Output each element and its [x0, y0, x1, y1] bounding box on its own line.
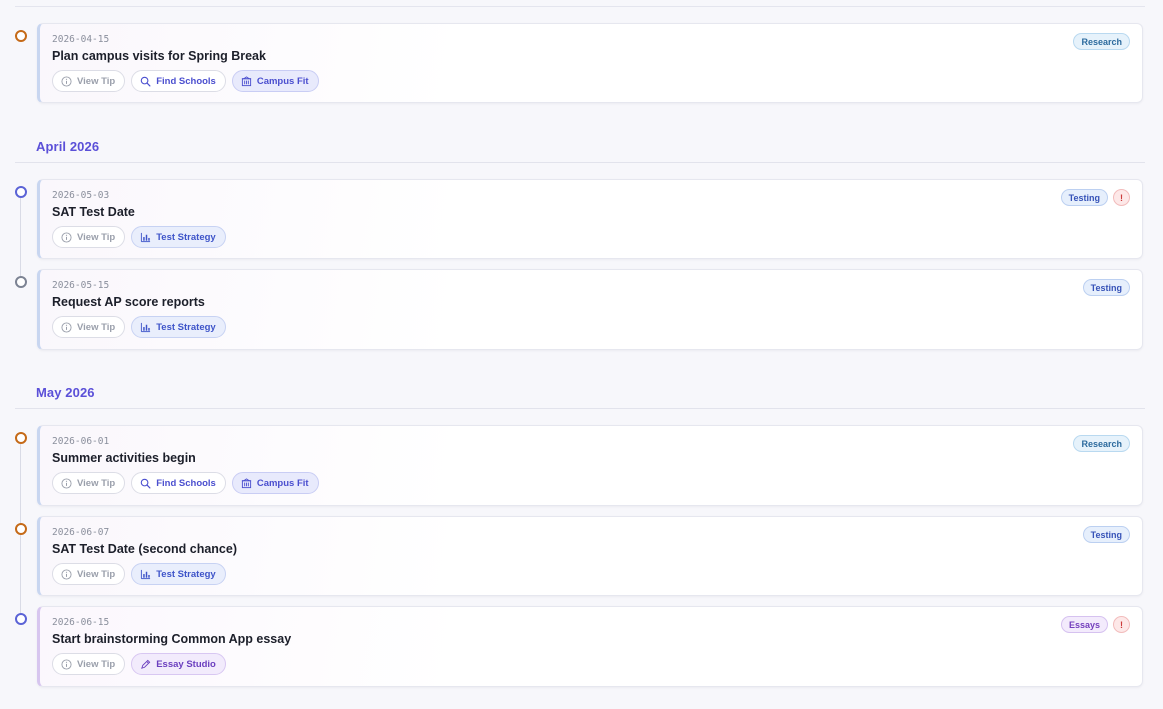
priority-alert-badge[interactable]: !: [1113, 616, 1130, 633]
event-tags: Testing: [1082, 279, 1130, 296]
top-divider: [15, 6, 1145, 7]
event-tags: Testing: [1082, 526, 1130, 543]
search-icon: [140, 76, 151, 86]
event-card[interactable]: 2026-05-15 Request AP score reports Test…: [37, 269, 1143, 350]
view-tip-button[interactable]: View Tip: [52, 316, 126, 338]
test-strategy-button[interactable]: Test Strategy: [131, 226, 226, 248]
timeline-dot: [15, 432, 27, 444]
info-icon: [61, 568, 72, 580]
info-icon: [61, 75, 72, 87]
find-schools-label: Find Schools: [156, 477, 216, 489]
priority-alert-badge[interactable]: !: [1113, 189, 1130, 206]
bar-chart-icon: [141, 232, 151, 242]
view-tip-label: View Tip: [77, 321, 116, 333]
event-tags: Essays !: [1060, 616, 1130, 633]
campus-fit-button[interactable]: Campus Fit: [231, 472, 319, 494]
event-title: SAT Test Date: [52, 205, 135, 219]
month-divider: [15, 162, 1145, 163]
event-card[interactable]: 2026-06-15 Start brainstorming Common Ap…: [37, 606, 1143, 687]
info-icon: [61, 321, 72, 333]
event-tags: Research: [1073, 33, 1130, 50]
category-badge-testing[interactable]: Testing: [1082, 526, 1130, 543]
event-date: 2026-06-01: [52, 436, 110, 447]
month-heading: May 2026: [36, 385, 95, 400]
find-schools-button[interactable]: Find Schools: [131, 472, 226, 494]
event-title: Start brainstorming Common App essay: [52, 632, 292, 646]
campus-fit-button[interactable]: Campus Fit: [231, 70, 319, 92]
event-actions: View Tip Test Strategy: [52, 563, 226, 585]
view-tip-label: View Tip: [77, 75, 116, 87]
event-title: Summer activities begin: [52, 451, 196, 465]
view-tip-label: View Tip: [77, 231, 116, 243]
event-actions: View Tip Essay Studio: [52, 653, 226, 675]
event-card[interactable]: 2026-05-03 SAT Test Date Testing ! View …: [37, 179, 1143, 259]
category-badge-testing[interactable]: Testing: [1082, 279, 1130, 296]
month-heading: April 2026: [36, 139, 100, 154]
info-icon: [61, 477, 72, 489]
event-date: 2026-06-07: [52, 527, 110, 538]
event-card[interactable]: 2026-06-01 Summer activities begin Resea…: [37, 425, 1143, 506]
timeline-dot: [15, 613, 27, 625]
event-date: 2026-05-03: [52, 190, 110, 201]
event-actions: View Tip Test Strategy: [52, 226, 226, 248]
view-tip-button[interactable]: View Tip: [52, 653, 126, 675]
search-icon: [140, 478, 151, 488]
test-strategy-label: Test Strategy: [156, 231, 216, 243]
event-title: Plan campus visits for Spring Break: [52, 49, 266, 63]
timeline-dot: [15, 276, 27, 288]
event-tags: Testing !: [1060, 189, 1130, 206]
bar-chart-icon: [141, 322, 151, 332]
event-actions: View Tip Find Schools Campus Fit: [52, 472, 319, 494]
building-icon: [241, 75, 251, 86]
view-tip-label: View Tip: [77, 568, 116, 580]
month-divider: [15, 408, 1145, 409]
find-schools-label: Find Schools: [156, 75, 216, 87]
campus-fit-label: Campus Fit: [256, 477, 309, 489]
test-strategy-button[interactable]: Test Strategy: [131, 316, 226, 338]
timeline-dot: [15, 186, 27, 198]
view-tip-label: View Tip: [77, 477, 116, 489]
view-tip-button[interactable]: View Tip: [52, 563, 126, 585]
test-strategy-label: Test Strategy: [156, 568, 216, 580]
timeline-rail: [20, 196, 21, 280]
bar-chart-icon: [141, 569, 151, 579]
event-date: 2026-06-15: [52, 617, 110, 628]
event-date: 2026-05-15: [52, 280, 110, 291]
view-tip-button[interactable]: View Tip: [52, 226, 126, 248]
category-badge-essays[interactable]: Essays: [1060, 616, 1108, 633]
category-badge-testing[interactable]: Testing: [1060, 189, 1108, 206]
pen-icon: [141, 659, 151, 669]
category-badge-research[interactable]: Research: [1073, 435, 1130, 452]
info-icon: [61, 658, 72, 670]
find-schools-button[interactable]: Find Schools: [131, 70, 226, 92]
event-date: 2026-04-15: [52, 34, 110, 45]
timeline-dot: [15, 30, 27, 42]
campus-fit-label: Campus Fit: [256, 75, 309, 87]
event-card[interactable]: 2026-06-07 SAT Test Date (second chance)…: [37, 516, 1143, 596]
building-icon: [241, 477, 251, 488]
info-icon: [61, 231, 72, 243]
view-tip-button[interactable]: View Tip: [52, 472, 126, 494]
essay-studio-button[interactable]: Essay Studio: [131, 653, 226, 675]
event-tags: Research: [1073, 435, 1130, 452]
event-actions: View Tip Find Schools Campus Fit: [52, 70, 319, 92]
test-strategy-label: Test Strategy: [156, 321, 216, 333]
event-card[interactable]: 2026-04-15 Plan campus visits for Spring…: [37, 23, 1143, 103]
event-title: Request AP score reports: [52, 295, 205, 309]
category-badge-research[interactable]: Research: [1073, 33, 1130, 50]
essay-studio-label: Essay Studio: [156, 658, 216, 670]
event-actions: View Tip Test Strategy: [52, 316, 226, 338]
view-tip-label: View Tip: [77, 658, 116, 670]
view-tip-button[interactable]: View Tip: [52, 70, 126, 92]
event-title: SAT Test Date (second chance): [52, 542, 237, 556]
timeline-dot: [15, 523, 27, 535]
test-strategy-button[interactable]: Test Strategy: [131, 563, 226, 585]
